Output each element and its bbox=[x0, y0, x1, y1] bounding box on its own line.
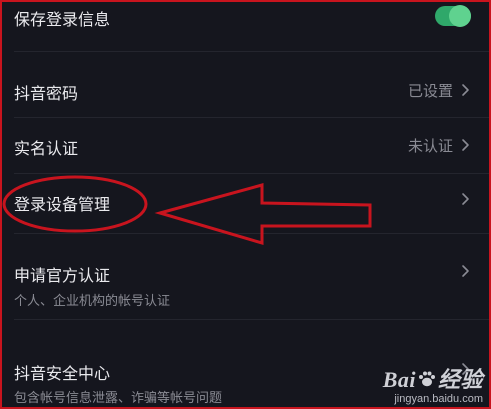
watermark-brand: Bai bbox=[382, 367, 416, 393]
annotation-overlay bbox=[2, 175, 372, 246]
baidu-watermark: Bai 经验 jingyan.baidu.com bbox=[383, 362, 483, 405]
annotation-arrow bbox=[154, 183, 372, 246]
watermark-logo: Bai 经验 bbox=[383, 362, 483, 395]
annotation-circle bbox=[2, 175, 148, 233]
paw-icon bbox=[417, 369, 437, 395]
watermark-brand-suffix: 经验 bbox=[437, 367, 483, 393]
watermark-site: jingyan.baidu.com bbox=[394, 393, 483, 405]
